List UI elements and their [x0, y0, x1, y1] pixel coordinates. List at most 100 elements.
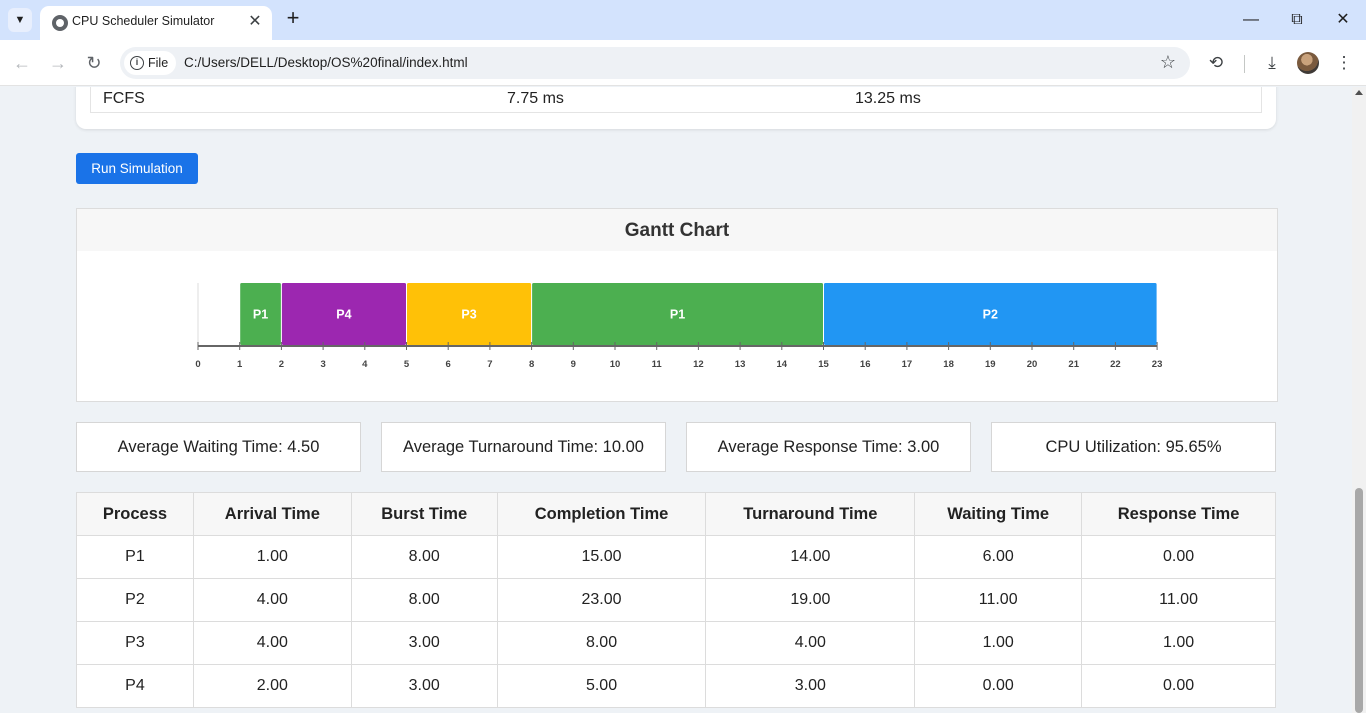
- table-cell: 15.00: [496, 535, 707, 579]
- scrollbar-thumb[interactable]: [1355, 488, 1363, 713]
- gantt-tick-label: 11: [652, 359, 663, 370]
- toolbar-divider: [1244, 55, 1245, 73]
- gantt-tick-label: 15: [818, 359, 829, 370]
- gantt-title: Gantt Chart: [624, 220, 730, 241]
- profile-avatar[interactable]: [1297, 52, 1319, 74]
- tab-strip: ▼ CPU Scheduler Simulator ✕ + — ⧉ ✕: [0, 0, 1366, 40]
- run-simulation-button[interactable]: Run Simulation: [76, 153, 198, 184]
- gantt-bar-label: P1: [253, 308, 268, 322]
- gantt-tick-label: 20: [1027, 359, 1038, 370]
- gantt-tick-label: 8: [529, 359, 534, 370]
- gantt-tick-label: 10: [610, 359, 621, 370]
- table-row: P1 1.00 8.00 15.00 14.00 6.00 0.00: [76, 535, 1276, 579]
- gantt-tick-label: 21: [1068, 359, 1079, 370]
- url-text[interactable]: C:/Users/DELL/Desktop/OS%20final/index.h…: [184, 55, 468, 70]
- gantt-tick-label: 22: [1110, 359, 1121, 370]
- download-icon[interactable]: ⤓: [1260, 51, 1284, 75]
- gantt-tick-label: 9: [571, 359, 576, 370]
- avg-turnaround-stat: Average Turnaround Time: 10.00: [381, 422, 666, 472]
- table-cell: 8.00: [350, 578, 498, 622]
- chevron-down-icon: ▼: [14, 14, 26, 26]
- cpu-utilization-stat: CPU Utilization: 95.65%: [991, 422, 1276, 472]
- page-viewport: FCFS 7.75 ms 13.25 ms Run Simulation Gan…: [0, 87, 1352, 713]
- gantt-tick-label: 1: [237, 359, 243, 370]
- new-tab-button[interactable]: +: [282, 7, 304, 30]
- gantt-chart: P1 P4 P3 P1 P20 1 2 3 4 5 6 7 8 9 10 11 12 13 14 15 16 17 18 19…: [195, 283, 1163, 370]
- info-icon: i: [130, 56, 144, 70]
- table-cell: 2.00: [192, 664, 352, 708]
- avg-response-stat: Average Response Time: 3.00: [686, 422, 971, 472]
- table-cell: 14.00: [705, 535, 916, 579]
- gantt-bar-label: P3: [461, 308, 476, 322]
- table-cell: 8.00: [350, 535, 498, 579]
- browser-toolbar: ← → ↻ i File C:/Users/DELL/Desktop/OS%20…: [0, 40, 1366, 86]
- address-bar[interactable]: i File C:/Users/DELL/Desktop/OS%20final/…: [120, 47, 1190, 79]
- vertical-scrollbar[interactable]: [1352, 87, 1366, 713]
- site-info-label: File: [148, 56, 169, 70]
- table-cell: 11.00: [914, 578, 1083, 622]
- history-icon[interactable]: ⟲: [1204, 51, 1228, 75]
- comparison-value-2: 13.25 ms: [855, 90, 921, 107]
- restore-icon[interactable]: ⧉: [1287, 9, 1307, 31]
- tab-search-button[interactable]: ▼: [8, 8, 32, 32]
- table-cell: P1: [76, 535, 194, 579]
- column-header: Turnaround Time: [705, 492, 916, 536]
- table-cell: 3.00: [705, 664, 916, 708]
- site-info-chip[interactable]: i File: [124, 51, 177, 75]
- table-header-row: Process Arrival Time Burst Time Completion …: [76, 492, 1276, 536]
- tab-title: CPU Scheduler Simulator: [72, 14, 215, 28]
- table-cell: P2: [76, 578, 194, 622]
- table-cell: 1.00: [192, 535, 352, 579]
- comparison-card: FCFS 7.75 ms 13.25 ms: [76, 87, 1276, 129]
- gantt-tick-label: 4: [362, 359, 368, 370]
- table-row: P4 2.00 3.00 5.00 3.00 0.00 0.00: [76, 664, 1276, 708]
- gantt-tick-label: 19: [985, 359, 996, 370]
- minimize-icon[interactable]: —: [1241, 9, 1261, 31]
- table-cell: 19.00: [705, 578, 916, 622]
- gantt-tick-label: 23: [1152, 359, 1163, 370]
- close-tab-button[interactable]: ✕: [246, 13, 264, 31]
- column-header: Response Time: [1081, 492, 1276, 536]
- table-cell: 8.00: [496, 621, 707, 665]
- results-table: Process Arrival Time Burst Time Completion …: [76, 492, 1276, 708]
- gantt-tick-label: 14: [777, 359, 788, 370]
- gantt-bar-label: P4: [336, 308, 351, 322]
- table-cell: 4.00: [705, 621, 916, 665]
- table-cell: 1.00: [1081, 621, 1276, 665]
- back-arrow-icon[interactable]: ←: [10, 51, 34, 75]
- browser-tab[interactable]: CPU Scheduler Simulator ✕: [40, 6, 272, 40]
- gantt-tick-label: 18: [943, 359, 954, 370]
- gantt-bar-label: P1: [670, 308, 685, 322]
- column-header: Process: [76, 492, 194, 536]
- gantt-header: Gantt Chart: [77, 209, 1277, 251]
- gantt-tick-label: 17: [902, 359, 913, 370]
- comparison-value-1: 7.75 ms: [507, 90, 564, 107]
- gantt-tick-label: 16: [860, 359, 871, 370]
- gantt-tick-label: 0: [195, 359, 200, 370]
- table-cell: 23.00: [496, 578, 707, 622]
- gantt-tick-label: 2: [279, 359, 284, 370]
- gantt-bar-label: P2: [983, 308, 998, 322]
- table-cell: 3.00: [350, 621, 498, 665]
- column-header: Waiting Time: [914, 492, 1083, 536]
- gantt-tick-label: 12: [693, 359, 704, 370]
- table-cell: 4.00: [192, 621, 352, 665]
- table-cell: 3.00: [350, 664, 498, 708]
- column-header: Arrival Time: [192, 492, 352, 536]
- table-row: P2 4.00 8.00 23.00 19.00 11.00 11.00: [76, 578, 1276, 622]
- table-cell: 0.00: [914, 664, 1083, 708]
- table-body: P1 1.00 8.00 15.00 14.00 6.00 0.00 P2 4.00 8.00 23…: [76, 535, 1276, 708]
- more-menu-icon[interactable]: ⋮: [1332, 51, 1356, 75]
- algorithm-name: FCFS: [103, 90, 145, 107]
- gantt-tick-label: 3: [320, 359, 325, 370]
- table-cell: 0.00: [1081, 664, 1276, 708]
- close-window-icon[interactable]: ✕: [1333, 9, 1353, 31]
- comparison-row: FCFS 7.75 ms 13.25 ms: [90, 87, 1262, 113]
- reload-icon[interactable]: ↻: [82, 51, 106, 75]
- column-header: Completion Time: [496, 492, 707, 536]
- forward-arrow-icon[interactable]: →: [46, 51, 70, 75]
- scroll-up-arrow-icon[interactable]: [1355, 90, 1363, 95]
- gantt-tick-label: 7: [487, 359, 492, 370]
- bookmark-star-icon[interactable]: ☆: [1160, 52, 1176, 73]
- table-row: P3 4.00 3.00 8.00 4.00 1.00 1.00: [76, 621, 1276, 665]
